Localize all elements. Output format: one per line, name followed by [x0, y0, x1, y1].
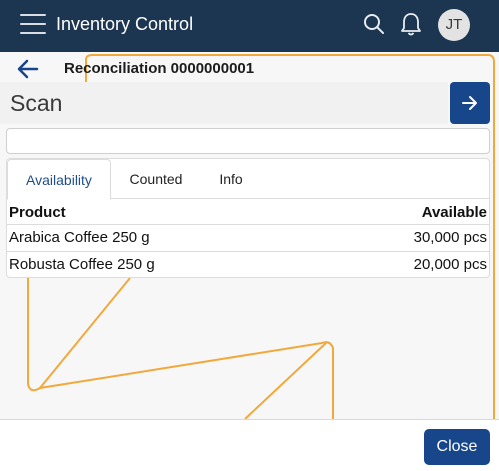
scan-label: Scan: [10, 90, 63, 116]
back-arrow-icon[interactable]: [16, 58, 40, 80]
product-cell: Robusta Coffee 250 g: [9, 256, 155, 273]
page-title: Reconciliation 0000000001: [64, 60, 255, 77]
available-cell: 30,000 pcs: [413, 229, 487, 246]
scan-submit-button[interactable]: [450, 82, 490, 124]
column-header-available: Available: [421, 204, 487, 221]
tab-availability[interactable]: Availability: [7, 159, 111, 200]
app-title: Inventory Control: [56, 14, 194, 34]
product-cell: Arabica Coffee 250 g: [9, 229, 150, 246]
close-button[interactable]: Close: [424, 429, 490, 465]
avatar[interactable]: JT: [438, 9, 470, 41]
available-cell: 20,000 pcs: [413, 256, 487, 273]
scan-bar: [0, 82, 448, 124]
column-header-product: Product: [9, 204, 66, 221]
app-header: Inventory Control JT: [0, 0, 499, 52]
menu-icon[interactable]: [20, 14, 46, 36]
inventory-card: Availability Counted Info Product Availa…: [6, 158, 490, 278]
scan-input[interactable]: [6, 128, 490, 154]
table-row[interactable]: Arabica Coffee 250 g 30,000 pcs: [7, 224, 489, 251]
search-icon[interactable]: [362, 12, 386, 36]
table-row[interactable]: Robusta Coffee 250 g 20,000 pcs: [7, 251, 489, 278]
tab-bar: Availability Counted Info: [7, 159, 489, 200]
arrow-right-icon: [462, 96, 477, 110]
tab-info[interactable]: Info: [201, 159, 261, 199]
bell-icon[interactable]: [399, 11, 423, 37]
tab-counted[interactable]: Counted: [113, 159, 199, 199]
